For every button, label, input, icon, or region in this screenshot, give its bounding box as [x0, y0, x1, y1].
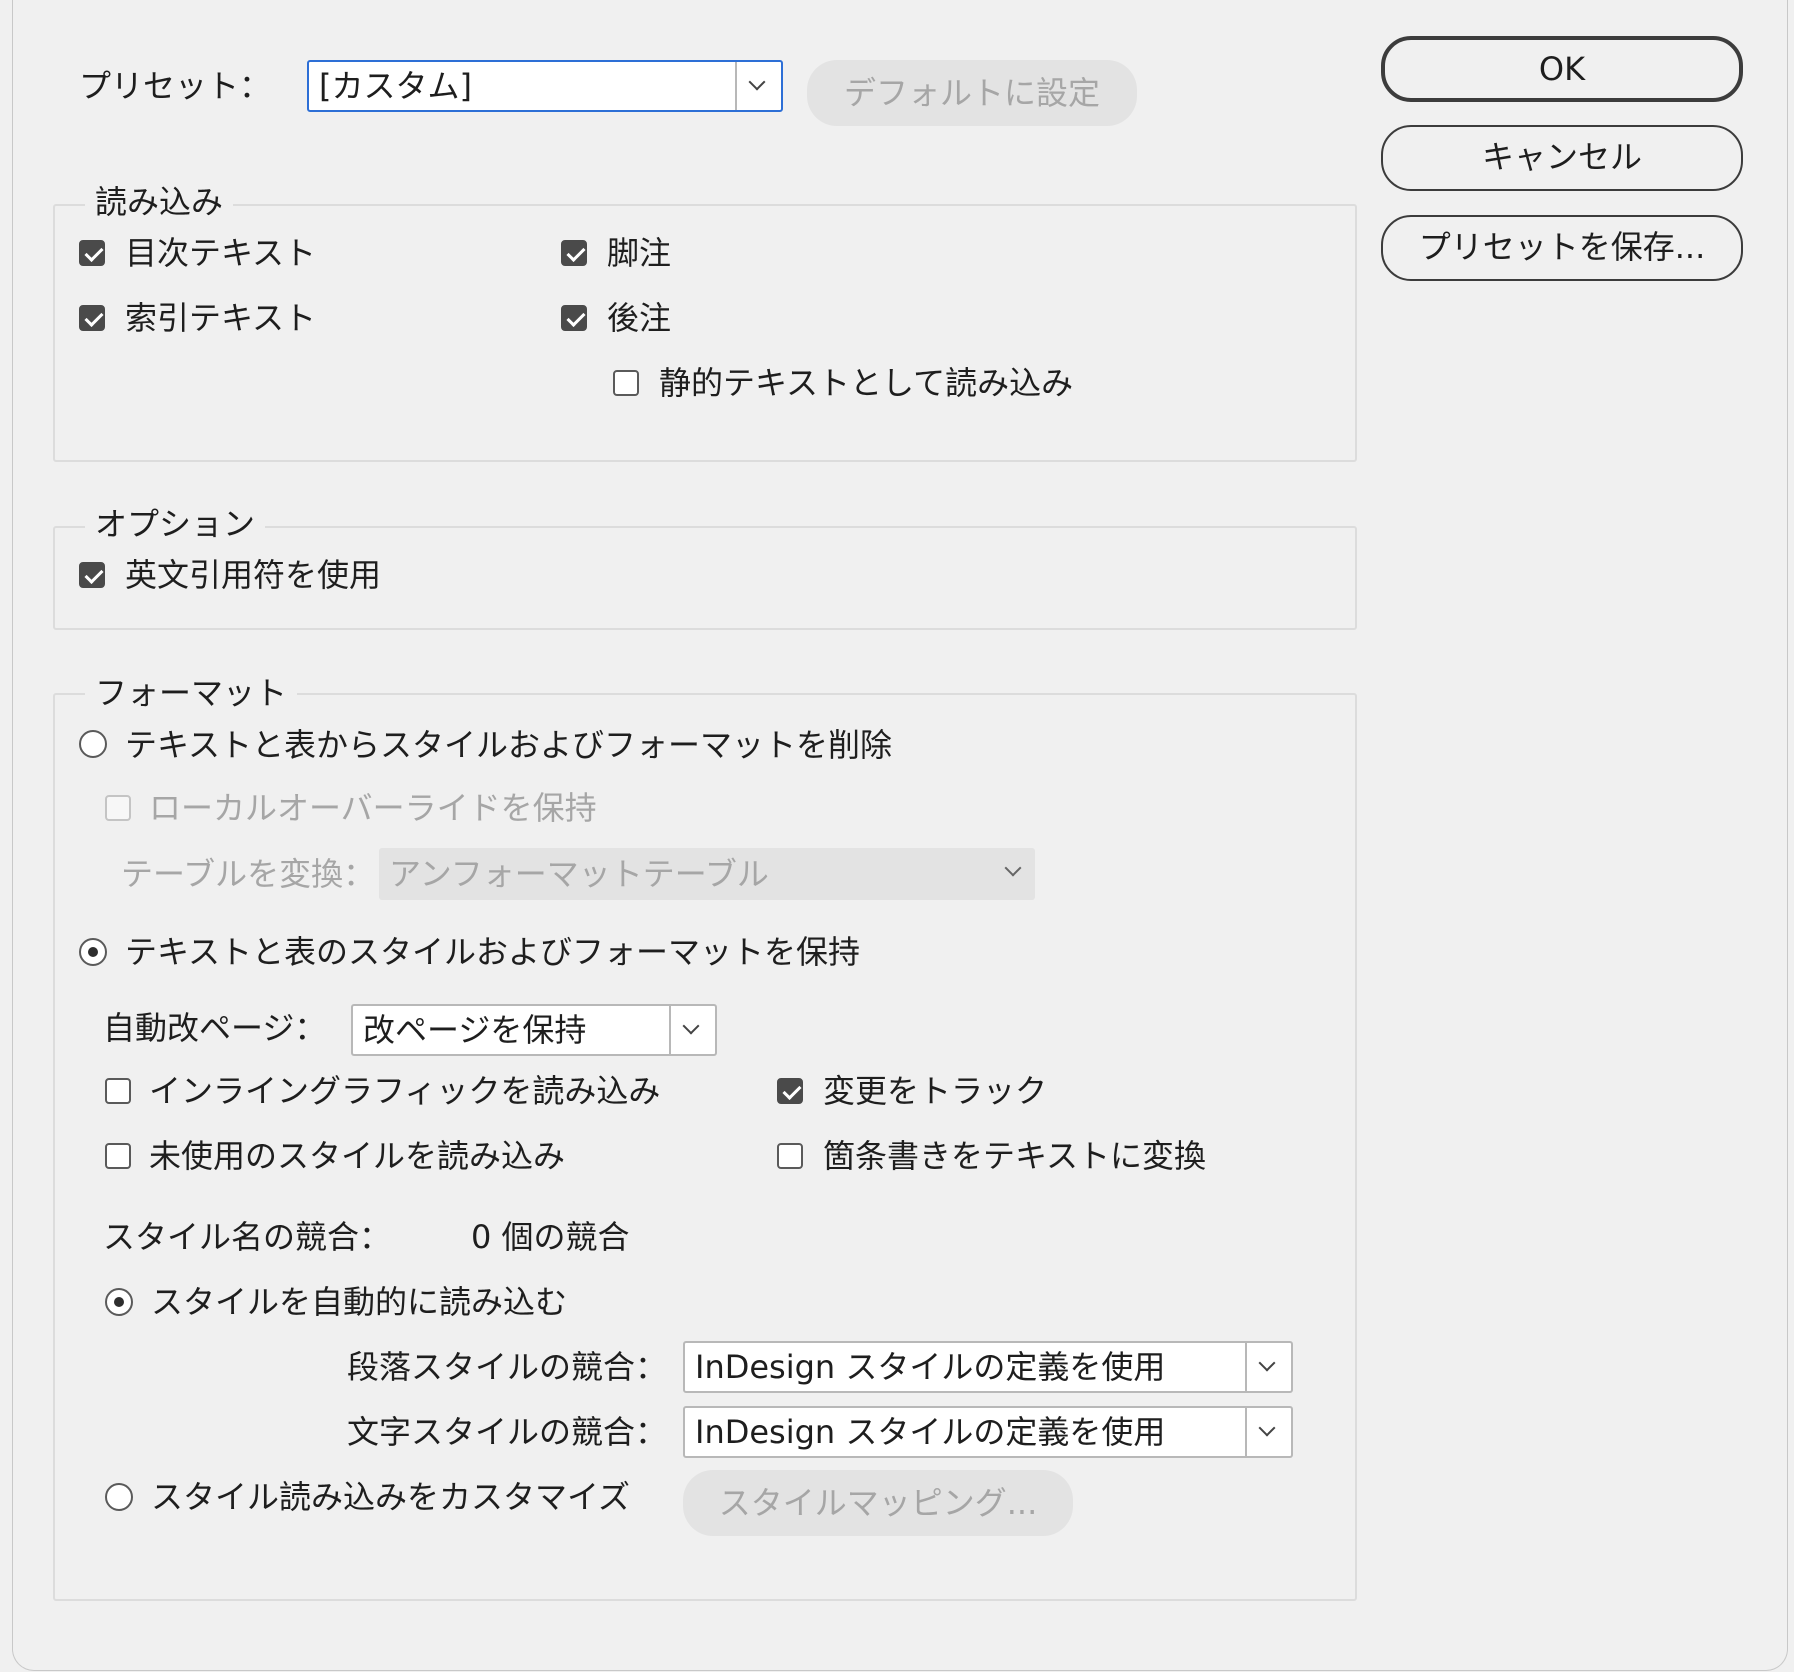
preserve-styles-radio[interactable] — [79, 938, 107, 966]
format-group-title: フォーマット — [85, 673, 298, 713]
options-group-title: オプション — [85, 504, 266, 544]
para-conflict-value: InDesign スタイルの定義を使用 — [695, 1348, 1166, 1386]
char-conflict-select[interactable]: InDesign スタイルの定義を使用 — [683, 1406, 1293, 1458]
bullets-to-text-checkbox[interactable] — [777, 1143, 803, 1169]
auto-import-styles-label: スタイルを自動的に読み込む — [151, 1283, 568, 1321]
customize-import-radio[interactable] — [105, 1483, 133, 1511]
preset-label: プリセット： — [79, 67, 272, 105]
convert-table-label: テーブルを変換： — [121, 855, 376, 893]
footnotes-checkbox[interactable] — [561, 240, 587, 266]
index-text-label: 索引テキスト — [125, 299, 317, 337]
style-conflicts-count: 0 個の競合 — [471, 1218, 630, 1256]
typographer-quotes-label: 英文引用符を使用 — [125, 556, 382, 594]
chevron-down-icon — [1258, 1354, 1276, 1372]
save-preset-button[interactable]: プリセットを保存... — [1381, 215, 1743, 281]
chevron-down-icon — [1004, 859, 1022, 877]
inline-graphics-label: インライングラフィックを読み込み — [149, 1072, 661, 1110]
preset-select-value: [カスタム] — [319, 67, 472, 105]
unused-styles-label: 未使用のスタイルを読み込み — [149, 1137, 566, 1175]
typographer-quotes-checkbox[interactable] — [79, 562, 105, 588]
page-break-label: 自動改ページ： — [103, 1009, 327, 1047]
preserve-local-overrides-checkbox[interactable] — [105, 795, 131, 821]
ok-button[interactable]: OK — [1381, 36, 1743, 102]
char-conflict-label: 文字スタイルの競合： — [347, 1413, 668, 1451]
chevron-down-icon — [682, 1017, 700, 1035]
char-conflict-dropdown-button[interactable] — [1245, 1408, 1291, 1456]
preserve-local-overrides-label: ローカルオーバーライドを保持 — [149, 789, 597, 827]
style-mapping-button[interactable]: スタイルマッピング... — [683, 1470, 1073, 1536]
track-changes-label: 変更をトラック — [823, 1072, 1048, 1110]
endnotes-label: 後注 — [607, 299, 672, 337]
style-conflicts-label: スタイル名の競合： — [103, 1218, 392, 1256]
preset-dropdown-button[interactable] — [735, 62, 781, 110]
bullets-to-text-label: 箇条書きをテキストに変換 — [823, 1137, 1207, 1175]
static-text-checkbox[interactable] — [613, 370, 639, 396]
footnotes-label: 脚注 — [607, 234, 672, 272]
chevron-down-icon — [1258, 1419, 1276, 1437]
import-group-title: 読み込み — [85, 182, 234, 222]
preset-select[interactable]: [カスタム] — [307, 60, 783, 112]
convert-table-value: アンフォーマットテーブル — [389, 855, 769, 893]
remove-styles-radio[interactable] — [79, 730, 107, 758]
para-conflict-dropdown-button[interactable] — [1245, 1343, 1291, 1391]
char-conflict-value: InDesign スタイルの定義を使用 — [695, 1413, 1166, 1451]
customize-import-label: スタイル読み込みをカスタマイズ — [151, 1478, 631, 1516]
page-break-select[interactable]: 改ページを保持 — [351, 1004, 717, 1056]
static-text-label: 静的テキストとして読み込み — [659, 364, 1074, 402]
page-break-value: 改ページを保持 — [363, 1011, 587, 1049]
chevron-down-icon — [748, 73, 766, 91]
remove-styles-label: テキストと表からスタイルおよびフォーマットを削除 — [125, 726, 893, 764]
unused-styles-checkbox[interactable] — [105, 1143, 131, 1169]
set-default-button[interactable]: デフォルトに設定 — [807, 60, 1137, 126]
para-conflict-select[interactable]: InDesign スタイルの定義を使用 — [683, 1341, 1293, 1393]
import-options-dialog: プリセット： [カスタム] デフォルトに設定 OK キャンセル プリセットを保存… — [12, 0, 1788, 1671]
endnotes-checkbox[interactable] — [561, 305, 587, 331]
convert-table-select[interactable]: アンフォーマットテーブル — [379, 848, 1035, 900]
toc-text-checkbox[interactable] — [79, 240, 105, 266]
track-changes-checkbox[interactable] — [777, 1078, 803, 1104]
cancel-button[interactable]: キャンセル — [1381, 125, 1743, 191]
preserve-styles-label: テキストと表のスタイルおよびフォーマットを保持 — [125, 933, 861, 971]
page-break-dropdown-button[interactable] — [669, 1006, 715, 1054]
auto-import-styles-radio[interactable] — [105, 1288, 133, 1316]
toc-text-label: 目次テキスト — [125, 234, 317, 272]
inline-graphics-checkbox[interactable] — [105, 1078, 131, 1104]
index-text-checkbox[interactable] — [79, 305, 105, 331]
para-conflict-label: 段落スタイルの競合： — [347, 1348, 668, 1386]
